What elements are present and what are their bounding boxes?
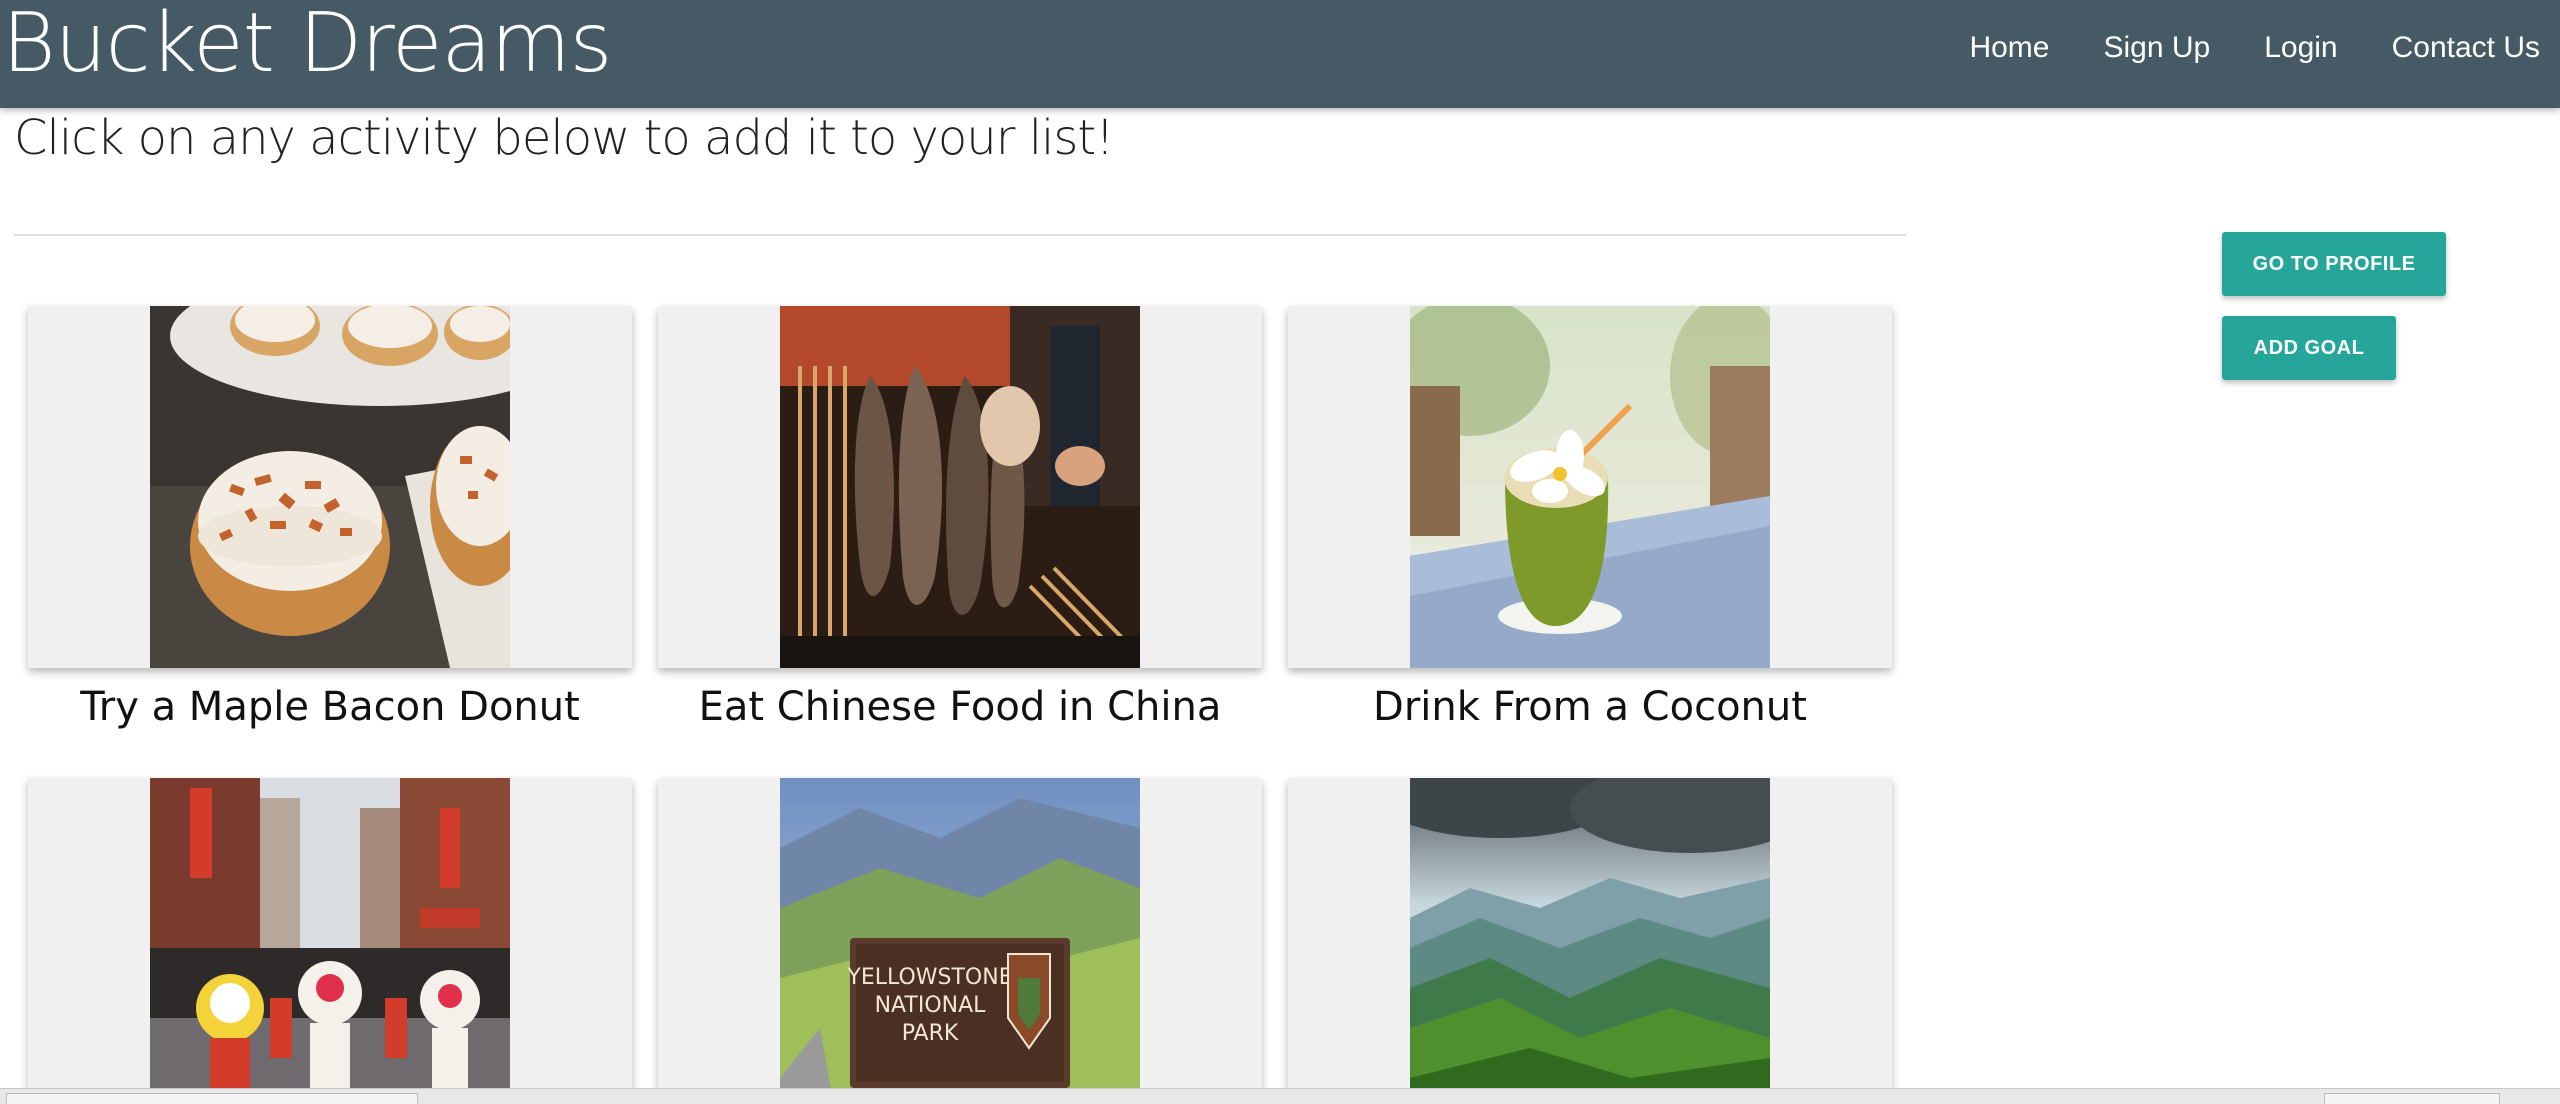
nav-link-contact-us[interactable]: Contact Us xyxy=(2392,31,2540,65)
yellowstone-sign-line-3: PARK xyxy=(902,1021,959,1046)
lion-dance-parade-image xyxy=(150,778,510,1104)
yellowstone-sign-line-1: YELLOWSTONE xyxy=(846,965,1012,990)
yellowstone-sign-line-2: NATIONAL xyxy=(875,993,987,1018)
go-to-profile-button[interactable]: GO TO PROFILE xyxy=(2222,232,2446,296)
bottom-bar-segment xyxy=(6,1093,418,1104)
activity-title-chinese-food[interactable]: Eat Chinese Food in China xyxy=(658,684,1262,730)
top-navbar: Bucket Dreams Home Sign Up Login Contact… xyxy=(0,0,2560,108)
activity-title-maple-bacon-donut[interactable]: Try a Maple Bacon Donut xyxy=(28,684,632,730)
chinese-food-image xyxy=(780,306,1140,668)
bottom-bar-segment xyxy=(2324,1093,2500,1104)
add-goal-button[interactable]: ADD GOAL xyxy=(2222,316,2396,380)
activity-card-mountains[interactable] xyxy=(1288,778,1892,1104)
activity-card-maple-bacon-donut[interactable] xyxy=(28,306,632,668)
yellowstone-sign-image: YELLOWSTONE NATIONAL PARK xyxy=(780,778,1140,1104)
activity-card-lion-dance[interactable] xyxy=(28,778,632,1104)
nav-link-sign-up[interactable]: Sign Up xyxy=(2103,31,2210,65)
mountain-range-image xyxy=(1410,778,1770,1104)
activity-card-yellowstone[interactable]: YELLOWSTONE NATIONAL PARK xyxy=(658,778,1262,1104)
activity-card-chinese-food[interactable] xyxy=(658,306,1262,668)
nav-links: Home Sign Up Login Contact Us xyxy=(1915,0,2540,96)
divider xyxy=(14,234,1906,236)
nav-link-home[interactable]: Home xyxy=(1969,31,2049,65)
bottom-scrollbar[interactable] xyxy=(0,1088,2560,1104)
activity-title-coconut[interactable]: Drink From a Coconut xyxy=(1288,684,1892,730)
activity-card-coconut[interactable] xyxy=(1288,306,1892,668)
maple-bacon-donut-image xyxy=(150,306,510,668)
coconut-drink-image xyxy=(1410,306,1770,668)
brand-logo[interactable]: Bucket Dreams xyxy=(2,0,612,94)
nav-link-login[interactable]: Login xyxy=(2264,31,2337,65)
page-instruction: Click on any activity below to add it to… xyxy=(14,110,1114,166)
